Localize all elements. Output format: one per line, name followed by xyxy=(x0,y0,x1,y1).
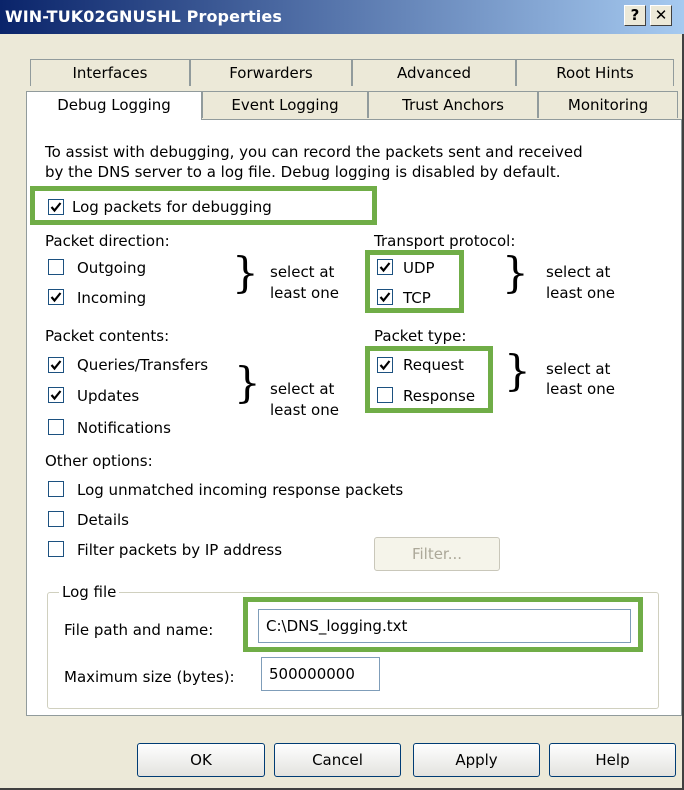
unmatched-checkbox[interactable] xyxy=(48,481,64,497)
max-size-input[interactable]: 500000000 xyxy=(261,657,380,691)
log-file-legend: Log file xyxy=(59,583,120,601)
notifications-label: Notifications xyxy=(77,419,171,437)
incoming-checkbox[interactable] xyxy=(48,289,64,305)
details-checkbox[interactable] xyxy=(48,511,64,527)
updates-label: Updates xyxy=(77,387,140,405)
brace-transport: } xyxy=(502,248,529,297)
max-size-label: Maximum size (bytes): xyxy=(64,668,235,686)
brace-direction: } xyxy=(232,248,259,297)
updates-checkbox[interactable] xyxy=(48,387,64,403)
transport-protocol-heading: Transport protocol: xyxy=(374,232,516,250)
unmatched-label: Log unmatched incoming response packets xyxy=(77,481,404,499)
details-label: Details xyxy=(77,511,130,529)
ok-button[interactable]: OK xyxy=(137,743,265,777)
direction-hint-1: select at xyxy=(270,263,335,281)
highlight-file-path xyxy=(243,597,643,652)
checkmark-icon xyxy=(50,360,62,371)
checkmark-icon xyxy=(50,390,62,401)
highlight-log-packets xyxy=(30,186,377,225)
help-button[interactable]: Help xyxy=(549,743,676,777)
packet-direction-heading: Packet direction: xyxy=(45,232,170,250)
cancel-button[interactable]: Cancel xyxy=(274,743,401,777)
filter-ip-checkbox[interactable] xyxy=(48,541,64,557)
panel-content: To assist with debugging, you can record… xyxy=(0,0,684,790)
file-path-label: File path and name: xyxy=(64,621,214,639)
incoming-label: Incoming xyxy=(77,289,147,307)
highlight-transport xyxy=(365,250,464,313)
contents-hint-1: select at xyxy=(270,380,335,398)
description-line-2: by the DNS server to a log file. Debug l… xyxy=(45,163,561,181)
queries-transfers-checkbox[interactable] xyxy=(48,357,64,373)
packet-type-heading: Packet type: xyxy=(374,327,467,345)
brace-contents: } xyxy=(234,358,261,407)
type-hint-1: select at xyxy=(546,360,611,378)
direction-hint-2: least one xyxy=(270,284,339,302)
queries-transfers-label: Queries/Transfers xyxy=(77,356,209,374)
checkmark-icon xyxy=(50,292,62,303)
filter-ip-label: Filter packets by IP address xyxy=(77,541,283,559)
other-options-heading: Other options: xyxy=(45,452,153,470)
description-line-1: To assist with debugging, you can record… xyxy=(45,143,583,161)
contents-hint-2: least one xyxy=(270,401,339,419)
notifications-checkbox[interactable] xyxy=(48,419,64,435)
transport-hint-1: select at xyxy=(546,263,611,281)
filter-button[interactable]: Filter... xyxy=(374,537,500,571)
highlight-packet-type xyxy=(365,346,493,413)
outgoing-checkbox[interactable] xyxy=(48,259,64,275)
brace-type: } xyxy=(504,346,531,395)
packet-contents-heading: Packet contents: xyxy=(45,327,170,345)
type-hint-2: least one xyxy=(546,380,615,398)
transport-hint-2: least one xyxy=(546,284,615,302)
properties-window: WIN-TUK02GNUSHL Properties ? ✕ Interface… xyxy=(0,0,684,790)
outgoing-label: Outgoing xyxy=(77,259,147,277)
apply-button[interactable]: Apply xyxy=(413,743,540,777)
